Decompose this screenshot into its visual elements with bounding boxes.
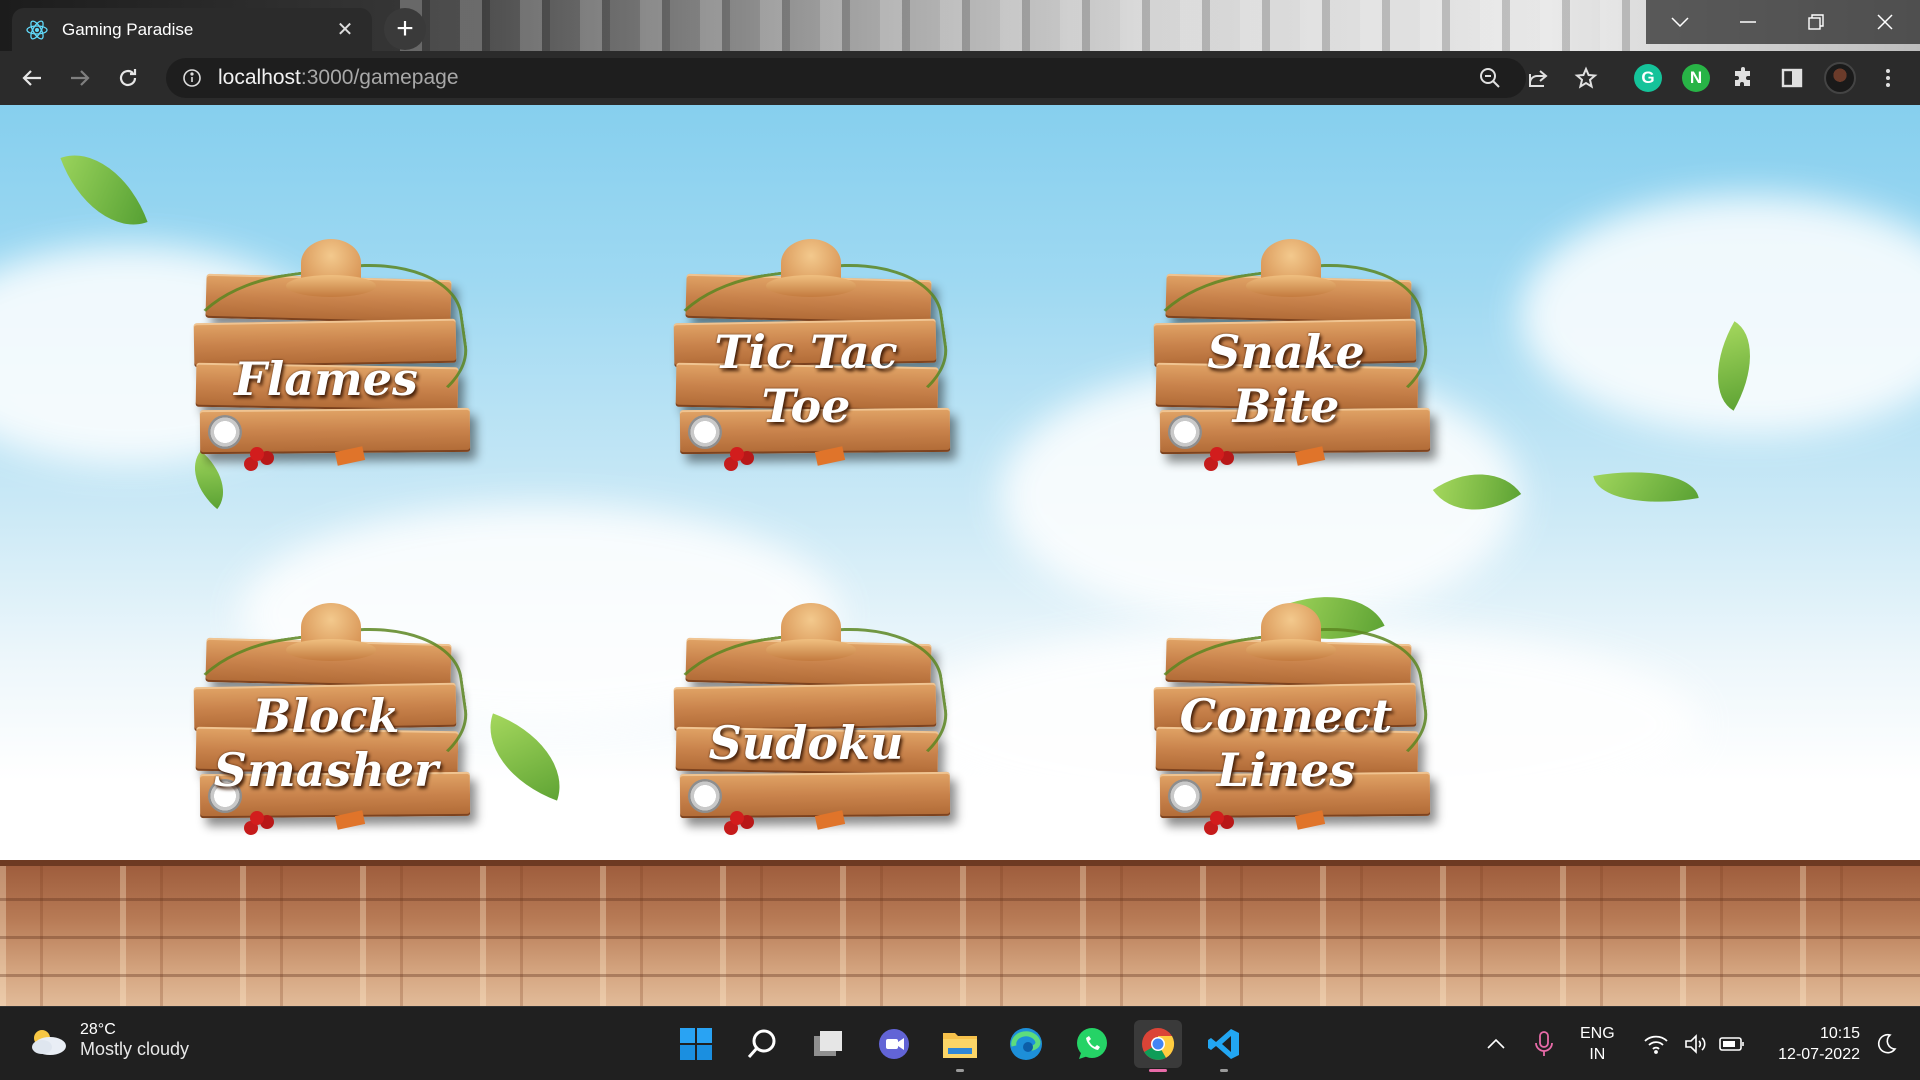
vscode-icon[interactable]	[1200, 1020, 1248, 1072]
wifi-icon[interactable]	[1640, 1020, 1672, 1068]
extension-n-icon[interactable]: N	[1682, 64, 1710, 92]
url-path: :3000/gamepage	[300, 66, 459, 89]
new-tab-button[interactable]: +	[384, 8, 426, 50]
browser-titlebar: Gaming Paradise ✕ +	[0, 0, 1920, 51]
screen: Gaming Paradise ✕ + localhost:3000/game…	[0, 0, 1920, 1080]
close-window-button[interactable]	[1850, 0, 1920, 44]
game-title: Block Smasher	[186, 673, 466, 813]
game-title-line1: Tic Tac	[714, 325, 898, 379]
address-bar[interactable]: localhost:3000/gamepage	[166, 58, 1526, 98]
running-indicator	[1220, 1069, 1228, 1072]
weather-condition: Mostly cloudy	[80, 1039, 190, 1059]
safari-hat-icon	[286, 239, 376, 299]
safari-hat-icon	[1246, 603, 1336, 663]
game-card-tic-tac-toe[interactable]: Tic Tac Toe	[656, 239, 966, 479]
safari-hat-icon	[766, 239, 856, 299]
game-title: Tic Tac Toe	[666, 309, 946, 449]
back-button[interactable]	[14, 60, 50, 96]
browser-tab[interactable]: Gaming Paradise ✕	[12, 8, 372, 51]
berries-decoration	[1210, 811, 1224, 825]
active-indicator	[1149, 1069, 1167, 1072]
safari-hat-icon	[286, 603, 376, 663]
safari-hat-icon	[1246, 239, 1336, 299]
language-indicator[interactable]: ENG IN	[1580, 1023, 1615, 1065]
running-indicator	[956, 1069, 964, 1072]
game-title: Connect Lines	[1146, 673, 1426, 813]
focus-moon-icon[interactable]	[1870, 1020, 1902, 1068]
url-host: localhost	[218, 66, 301, 89]
game-title-line1: Flames	[234, 352, 418, 406]
berries-decoration	[1210, 447, 1224, 461]
game-title-line1: Block	[252, 689, 400, 743]
chevron-up-icon[interactable]	[1480, 1020, 1512, 1068]
leaf-decoration	[472, 713, 578, 801]
close-tab-icon[interactable]: ✕	[332, 17, 358, 43]
zoom-out-icon[interactable]	[1476, 64, 1504, 92]
whatsapp-icon[interactable]	[1068, 1020, 1116, 1068]
edge-icon[interactable]	[1002, 1020, 1050, 1068]
profile-avatar[interactable]	[1824, 62, 1856, 94]
share-icon[interactable]	[1524, 64, 1552, 92]
battery-icon[interactable]	[1716, 1020, 1748, 1068]
wooden-floor	[0, 860, 1920, 1006]
berries-decoration	[250, 811, 264, 825]
windows-taskbar: 28°C Mostly cloudy ENG IN 10:15 12-07-20…	[0, 1006, 1920, 1080]
sidebar-icon[interactable]	[1778, 64, 1806, 92]
react-icon	[26, 19, 48, 41]
game-card-connect-lines[interactable]: Connect Lines	[1136, 603, 1446, 843]
safari-hat-icon	[766, 603, 856, 663]
forward-button[interactable]	[62, 60, 98, 96]
game-title-line2: Toe	[761, 379, 851, 433]
minimize-button[interactable]	[1714, 0, 1782, 44]
weather-widget[interactable]: 28°C Mostly cloudy	[28, 1021, 189, 1060]
cloud	[1520, 195, 1920, 435]
region-code: IN	[1589, 1046, 1606, 1063]
tab-search-icon[interactable]	[1646, 0, 1714, 44]
game-title-line2: Lines	[1216, 743, 1356, 797]
star-icon[interactable]	[1572, 64, 1600, 92]
language-code: ENG	[1580, 1025, 1615, 1042]
menu-icon[interactable]	[1874, 64, 1902, 92]
game-title: Sudoku	[666, 673, 946, 813]
teams-chat-icon[interactable]	[870, 1020, 918, 1068]
weather-temperature: 28°C	[80, 1021, 116, 1038]
game-card-flames[interactable]: Flames	[176, 239, 486, 479]
game-title-line1: Snake	[1207, 325, 1365, 379]
game-title-line1: Connect	[1179, 689, 1393, 743]
restore-button[interactable]	[1782, 0, 1850, 44]
search-icon[interactable]	[738, 1020, 786, 1068]
cloudy-weather-icon	[28, 1026, 68, 1056]
leaf-decoration	[60, 137, 148, 243]
reload-button[interactable]	[110, 60, 146, 96]
tab-title: Gaming Paradise	[62, 19, 194, 39]
microphone-icon[interactable]	[1528, 1020, 1560, 1068]
game-page: Flames Tic Tac Toe Snake Bite Block Smas…	[0, 105, 1920, 1006]
puzzle-icon[interactable]	[1730, 64, 1758, 92]
berries-decoration	[730, 811, 744, 825]
theme-background	[400, 0, 1650, 51]
site-info-icon[interactable]	[180, 66, 204, 90]
leaf-decoration	[1593, 458, 1699, 516]
game-title-line1: Sudoku	[708, 716, 904, 770]
grammarly-icon[interactable]: G	[1634, 64, 1662, 92]
browser-toolbar: localhost:3000/gamepage G N	[0, 51, 1920, 105]
file-explorer-icon[interactable]	[936, 1020, 984, 1072]
berries-decoration	[730, 447, 744, 461]
game-title: Flames	[186, 309, 466, 449]
task-view-icon[interactable]	[804, 1020, 852, 1068]
game-title-line2: Smasher	[213, 743, 439, 797]
game-title: Snake Bite	[1146, 309, 1426, 449]
game-card-block-smasher[interactable]: Block Smasher	[176, 603, 486, 843]
system-clock[interactable]: 10:15 12-07-2022	[1760, 1023, 1860, 1065]
windows-start-icon[interactable]	[672, 1020, 720, 1068]
volume-icon[interactable]	[1680, 1020, 1712, 1068]
clock-time: 10:15	[1819, 1025, 1860, 1042]
berries-decoration	[250, 447, 264, 461]
clock-date: 12-07-2022	[1778, 1046, 1860, 1063]
game-card-snake-bite[interactable]: Snake Bite	[1136, 239, 1446, 479]
game-card-sudoku[interactable]: Sudoku	[656, 603, 966, 843]
chrome-icon[interactable]	[1134, 1020, 1182, 1072]
game-title-line2: Bite	[1232, 379, 1340, 433]
